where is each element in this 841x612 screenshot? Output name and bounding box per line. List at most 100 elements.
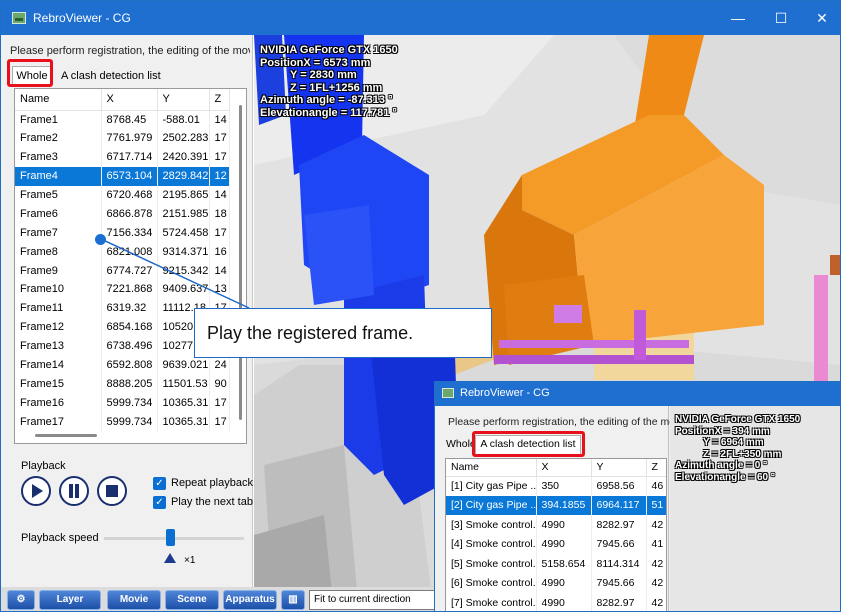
- position-y: Y = 2830 mm: [290, 69, 357, 81]
- inset-viewport[interactable]: NVIDIA GeForce GTX 1650 PositionX = 394 …: [670, 406, 840, 611]
- pause-icon: [69, 484, 79, 498]
- clash-row[interactable]: [6] Smoke control... 4990 7945.66 42: [446, 573, 666, 593]
- clash-cell-z: 46: [646, 476, 666, 496]
- column-header-z[interactable]: Z: [209, 89, 230, 111]
- cell-name: Frame8: [15, 242, 102, 262]
- cell-z: 17: [209, 412, 230, 432]
- cell-name: Frame6: [15, 204, 102, 224]
- clash-row[interactable]: [5] Smoke control... 5158.654 8114.314 42: [446, 554, 666, 574]
- inset-gpu-label: NVIDIA GeForce GTX 1650: [675, 414, 801, 425]
- apparatus-button[interactable]: Apparatus: [223, 590, 277, 610]
- cell-z: 17: [209, 393, 230, 413]
- azimuth-angle: Azimuth angle = -87.313 °: [260, 94, 393, 106]
- table-row[interactable]: Frame15 8888.205 11501.53 90: [15, 374, 230, 394]
- table-row[interactable]: Frame5 6720.468 2195.865 14: [15, 185, 230, 205]
- inset-panel: Please perform registration, the editing…: [435, 406, 670, 611]
- cell-y: 2151.985: [157, 204, 210, 224]
- tab-clash-detection-list[interactable]: A clash detection list: [61, 69, 161, 83]
- cell-name: Frame4: [15, 166, 102, 186]
- elevation-angle: Elevationangle = 117.781 °: [260, 106, 397, 119]
- minimize-button[interactable]: —: [723, 7, 753, 29]
- table-row[interactable]: Frame6 6866.878 2151.985 18: [15, 204, 230, 224]
- cell-name: Frame7: [15, 223, 102, 243]
- settings-button[interactable]: ⚙: [7, 590, 35, 610]
- clash-cell-y: 7945.66: [591, 573, 647, 593]
- stop-icon: [106, 485, 118, 497]
- cell-y: 9639.021: [157, 355, 210, 375]
- inset-column-header-y[interactable]: Y: [591, 459, 647, 477]
- clash-cell-name: [5] Smoke control...: [446, 554, 537, 574]
- table-row[interactable]: Frame17 5999.734 10365.31 17: [15, 412, 230, 432]
- clash-cell-z: 42: [646, 554, 666, 574]
- inset-window-title: RebroViewer - CG: [460, 387, 550, 399]
- position-z: Z = 1FL+1256 mm: [290, 81, 383, 94]
- table-header: Name X Y Z: [15, 89, 230, 111]
- playback-speed-label: Playback speed: [21, 532, 99, 544]
- repeat-playback-checkbox[interactable]: ✓: [153, 477, 166, 490]
- column-header-y[interactable]: Y: [157, 89, 210, 111]
- inset-column-header-name[interactable]: Name: [446, 459, 537, 477]
- column-header-x[interactable]: X: [101, 89, 158, 111]
- layer-button[interactable]: Layer: [39, 590, 101, 610]
- title-bar[interactable]: RebroViewer - CG — ☐ ✕: [1, 1, 840, 35]
- cell-x: 6738.496: [101, 336, 158, 356]
- inset-registration-hint: Please perform registration, the editing…: [448, 416, 670, 428]
- inset-window: RebroViewer - CG Please perform registra…: [434, 381, 840, 611]
- window-title: RebroViewer - CG: [33, 11, 131, 25]
- clash-cell-y: 7945.66: [591, 534, 647, 554]
- clash-row[interactable]: [4] Smoke control... 4990 7945.66 41: [446, 534, 666, 554]
- slider-thumb[interactable]: [166, 529, 175, 546]
- pause-button[interactable]: [59, 476, 89, 506]
- cell-z: 24: [209, 355, 230, 375]
- table-row[interactable]: Frame1 8768.45 -588.01 14: [15, 110, 230, 129]
- scene-button[interactable]: Scene: [165, 590, 219, 610]
- view-direction-select[interactable]: Fit to current direction: [309, 590, 437, 610]
- scene-button-label: Scene: [177, 594, 207, 605]
- cell-x: 6573.104: [101, 166, 158, 186]
- inset-table-header: Name X Y Z: [446, 459, 666, 477]
- inset-elevation-angle: Elevationangle = 60 °: [675, 471, 775, 483]
- clash-row[interactable]: [1] City gas Pipe ... 350 6958.56 46: [446, 476, 666, 496]
- play-next-tab-label: Play the next tab: [171, 496, 253, 508]
- highlight-box-clash-tab: [472, 431, 585, 457]
- view-toggle-button[interactable]: ▥: [281, 590, 305, 610]
- clash-row[interactable]: [7] Smoke control... 4990 8282.97 42: [446, 593, 666, 611]
- speed-marker-icon: [164, 553, 176, 563]
- table-row[interactable]: Frame16 5999.734 10365.31 17: [15, 393, 230, 413]
- clash-row[interactable]: [3] Smoke control... 4990 8282.97 42: [446, 515, 666, 535]
- cell-name: Frame15: [15, 374, 102, 394]
- cell-x: 7761.979: [101, 128, 158, 148]
- clash-cell-name: [2] City gas Pipe ...: [446, 495, 537, 515]
- clash-cell-y: 8282.97: [591, 593, 647, 611]
- cell-x: 6717.714: [101, 147, 158, 167]
- cell-x: 5999.734: [101, 393, 158, 413]
- inset-position-y: Y = 6964 mm: [703, 437, 764, 448]
- table-row[interactable]: Frame3 6717.714 2420.391 17: [15, 147, 230, 167]
- cell-z: 90: [209, 374, 230, 394]
- cell-x: 8888.205: [101, 374, 158, 394]
- table-row[interactable]: Frame4 6573.104 2829.842 12: [15, 166, 230, 186]
- maximize-button[interactable]: ☐: [766, 7, 796, 29]
- clash-row[interactable]: [2] City gas Pipe ... 394.1855 6964.117 51: [446, 495, 666, 515]
- inset-column-header-x[interactable]: X: [536, 459, 592, 477]
- inset-column-header-z[interactable]: Z: [646, 459, 666, 477]
- horizontal-scrollbar[interactable]: [35, 434, 97, 437]
- app-icon: [12, 12, 26, 24]
- close-button[interactable]: ✕: [807, 7, 837, 29]
- play-button[interactable]: [21, 476, 51, 506]
- table-row[interactable]: Frame2 7761.979 2502.283 17: [15, 128, 230, 148]
- column-header-name[interactable]: Name: [15, 89, 102, 111]
- inset-title-bar: RebroViewer - CG: [435, 382, 840, 406]
- clash-cell-name: [3] Smoke control...: [446, 515, 537, 535]
- clash-cell-name: [7] Smoke control...: [446, 593, 537, 611]
- table-row[interactable]: Frame14 6592.808 9639.021 24: [15, 355, 230, 375]
- movie-button[interactable]: Movie: [107, 590, 161, 610]
- registration-hint: Please perform registration, the editing…: [10, 45, 250, 57]
- clash-cell-x: 4990: [536, 593, 592, 611]
- stop-button[interactable]: [97, 476, 127, 506]
- play-next-tab-checkbox[interactable]: ✓: [153, 496, 166, 509]
- clash-table[interactable]: Name X Y Z [1] City gas Pipe ... 350 6958.…: [445, 458, 667, 611]
- inset-viewport-info: NVIDIA GeForce GTX 1650 PositionX = 394 …: [675, 414, 800, 483]
- clash-cell-x: 5158.654: [536, 554, 592, 574]
- highlight-box-whole-tab: [7, 59, 53, 87]
